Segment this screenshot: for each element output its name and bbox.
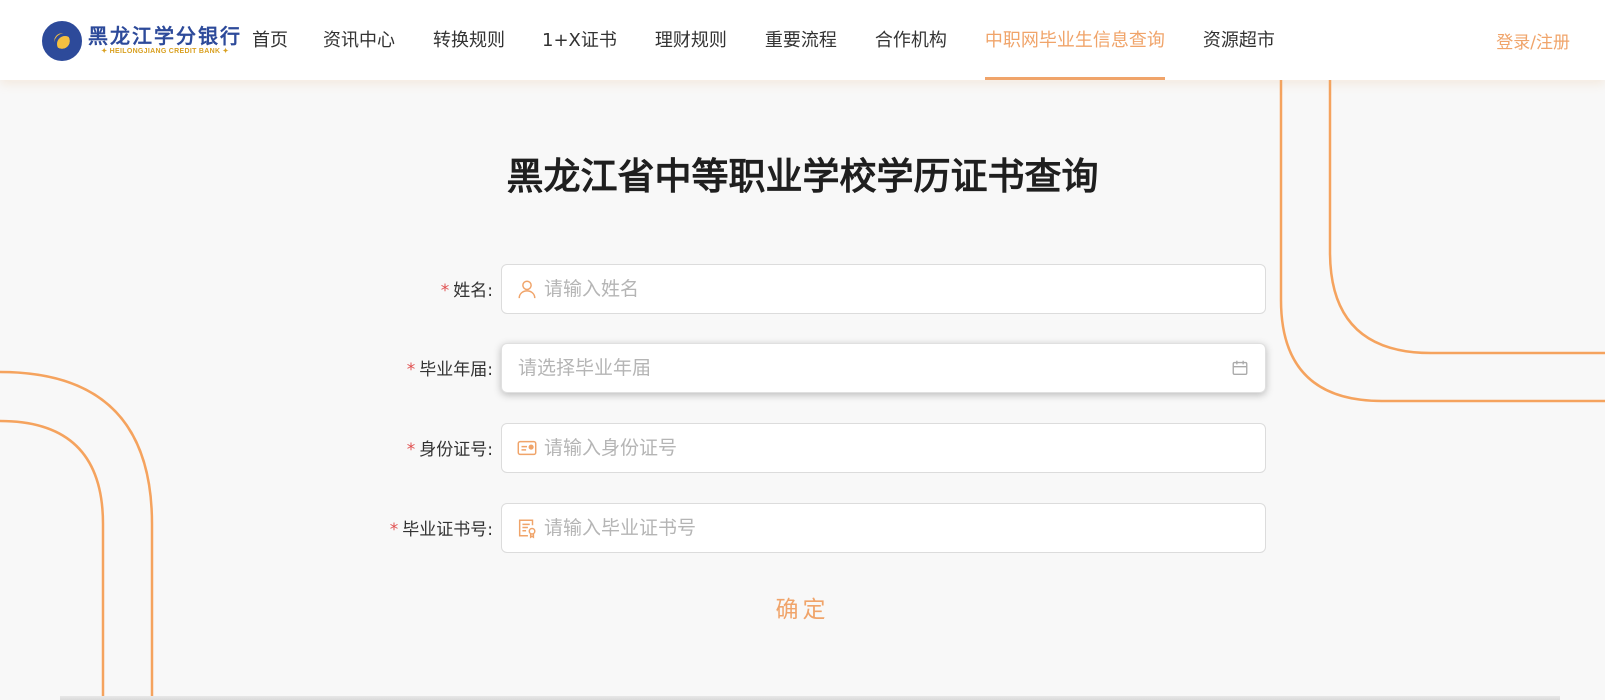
nav-graduate-query[interactable]: 中职网毕业生信息查询: [984, 0, 1165, 80]
certificate-icon: [518, 519, 536, 539]
bottom-panel-edge: [60, 696, 1560, 700]
required-mark: *: [440, 281, 450, 301]
id-label: * 身份证号:: [407, 435, 493, 460]
year-label-text: 毕业年届:: [419, 360, 493, 380]
nav-news[interactable]: 资讯中心: [323, 0, 395, 80]
nav-conversion-rules[interactable]: 转换规则: [433, 0, 505, 80]
graduation-year-picker[interactable]: [501, 343, 1266, 393]
submit-button[interactable]: 确定: [0, 590, 1605, 624]
page-title: 黑龙江省中等职业学校学历证书查询: [506, 155, 1099, 198]
nav-finance-rules[interactable]: 理财规则: [655, 0, 727, 80]
graduation-year-input[interactable]: [518, 345, 1231, 391]
id-label-text: 身份证号:: [419, 440, 493, 460]
required-mark: *: [389, 520, 399, 540]
form-row-year: * 毕业年届:: [0, 343, 1605, 393]
form-row-id: * 身份证号:: [0, 423, 1605, 473]
cert-label-text: 毕业证书号:: [402, 520, 493, 540]
logo-subtitle: ✦ HEILONGJIANG CREDIT BANK ✦: [101, 48, 229, 55]
login-register-link[interactable]: 登录/注册: [1496, 28, 1570, 53]
nav-partners[interactable]: 合作机构: [875, 0, 947, 80]
certificate-number-input[interactable]: [544, 505, 1265, 551]
logo-emblem-icon: [42, 21, 82, 61]
name-label-text: 姓名:: [453, 281, 493, 301]
nav-resource-market[interactable]: 资源超市: [1203, 0, 1275, 80]
nav-1x-certificate[interactable]: 1+X证书: [542, 0, 617, 80]
certificate-number-field[interactable]: [501, 503, 1266, 553]
site-logo[interactable]: 黑龙江学分银行 ✦ HEILONGJIANG CREDIT BANK ✦: [42, 20, 240, 62]
logo-title: 黑龙江学分银行: [88, 24, 242, 48]
required-mark: *: [406, 360, 416, 380]
form-row-name: * 姓名:: [0, 264, 1605, 314]
user-icon: [518, 280, 536, 299]
required-mark: *: [406, 440, 416, 460]
calendar-icon[interactable]: [1231, 359, 1249, 377]
cert-label: * 毕业证书号:: [390, 515, 493, 540]
id-card-icon: [517, 440, 537, 456]
nav-home[interactable]: 首页: [252, 0, 288, 80]
logo-text: 黑龙江学分银行 ✦ HEILONGJIANG CREDIT BANK ✦: [88, 25, 242, 57]
id-number-input[interactable]: [544, 425, 1265, 471]
main-nav: 首页 资讯中心 转换规则 1+X证书 理财规则 重要流程 合作机构 中职网毕业生…: [252, 0, 1275, 80]
form-row-cert: * 毕业证书号:: [0, 503, 1605, 553]
nav-important-process[interactable]: 重要流程: [765, 0, 837, 80]
name-field[interactable]: [501, 264, 1266, 314]
name-label: * 姓名:: [441, 276, 493, 301]
name-input[interactable]: [544, 266, 1265, 312]
id-number-field[interactable]: [501, 423, 1266, 473]
year-label: * 毕业年届:: [407, 355, 493, 380]
top-header: 黑龙江学分银行 ✦ HEILONGJIANG CREDIT BANK ✦ 首页 …: [0, 0, 1605, 80]
